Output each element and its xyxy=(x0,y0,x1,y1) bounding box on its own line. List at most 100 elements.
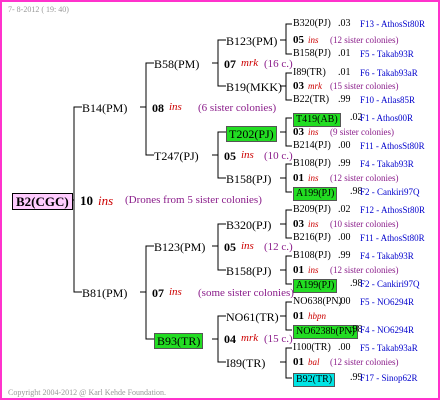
g4-code-0: F13 - AthosSt80R xyxy=(360,19,426,29)
g4mid-breed-3: ins xyxy=(308,173,319,183)
g1-queen-0: B14(PM) xyxy=(82,101,128,115)
g4-year-1: .01 xyxy=(338,48,351,59)
g4mid-num-3: 01 xyxy=(293,172,304,184)
g4-code-11: F2 - Cankiri97Q xyxy=(360,279,420,289)
g3mid-breed-2: ins xyxy=(241,240,254,252)
g4mid-num-0: 05 xyxy=(293,34,304,46)
g4-code-12: F5 - NO6294R xyxy=(360,297,415,307)
g4mid-breed-6: hbpn xyxy=(308,311,326,321)
g1-breed-0: ins xyxy=(169,101,182,113)
g2-queen-3: B93(TR) xyxy=(154,333,204,349)
g4mid-note-0: (12 sister colonies) xyxy=(330,35,399,45)
root-num: 10 xyxy=(80,193,93,208)
g4mid-num-1: 03 xyxy=(293,80,304,92)
root-queen: B2(CGC) xyxy=(12,193,73,210)
g4-year-0: .03 xyxy=(338,18,351,29)
g1-num-1: 07 xyxy=(152,286,164,300)
g4-queen-12: NO638(PN) xyxy=(293,296,342,307)
g4-code-8: F12 - AthosSt80R xyxy=(360,205,426,215)
g4-code-5: F11 - AthosSt80R xyxy=(360,141,425,151)
g4mid-num-6: 01 xyxy=(293,310,304,322)
g4-year-2: .01 xyxy=(338,67,351,78)
g4-queen-3: B22(TR) xyxy=(293,94,330,105)
g4-queen-14: I100(TR) xyxy=(293,342,331,353)
g4mid-num-2: 03 xyxy=(293,126,304,138)
g4-queen-9: B216(PJ) xyxy=(293,232,331,243)
g4-year-14: .00 xyxy=(338,342,351,353)
copyright: Copyright 2004-2012 @ Karl Kehde Foundat… xyxy=(8,388,167,397)
g4-queen-11: A199(PJ) xyxy=(293,279,338,293)
g4-queen-10: B108(PJ) xyxy=(293,250,331,261)
g4mid-note-4: (10 sister colonies) xyxy=(330,219,399,229)
g3mid-breed-1: ins xyxy=(241,149,254,161)
g4-queen-2: I89(TR) xyxy=(293,67,326,78)
g3mid-note-0: (16 c.) xyxy=(264,58,293,70)
g4-code-13: F4 - NO6294R xyxy=(360,325,415,335)
g3-queen-1: B19(MKK) xyxy=(226,80,282,94)
g1-num-0: 08 xyxy=(152,101,164,115)
g4-code-7: F2 - Cankiri97Q xyxy=(360,187,420,197)
g4mid-note-2: (9 sister colonies) xyxy=(330,127,394,137)
g4-year-8: .02 xyxy=(338,204,351,215)
g4-code-6: F4 - Takab93R xyxy=(360,159,414,169)
g4mid-num-5: 01 xyxy=(293,264,304,276)
root-note: (Drones from 5 sister colonies) xyxy=(125,194,262,206)
g3-queen-5: B158(PJ) xyxy=(226,264,272,278)
g4-year-3: .99 xyxy=(338,94,351,105)
g4mid-num-4: 03 xyxy=(293,218,304,230)
g4mid-breed-2: ins xyxy=(308,127,319,137)
g4-code-9: F11 - AthosSt80R xyxy=(360,233,425,243)
g2-queen-0: B58(PM) xyxy=(154,57,200,71)
g1-note-0: (6 sister colonies) xyxy=(198,102,277,114)
g3mid-note-1: (10 c.) xyxy=(264,150,293,162)
g4-queen-8: B209(PJ) xyxy=(293,204,331,215)
timestamp: 7- 8-2012 ( 19: 40) xyxy=(8,5,69,14)
g3mid-breed-3: mrk xyxy=(241,332,259,344)
g4mid-breed-7: bal xyxy=(308,357,320,367)
g4-queen-6: B108(PJ) xyxy=(293,158,331,169)
g3-queen-4: B320(PJ) xyxy=(226,218,272,232)
g4-queen-7: A199(PJ) xyxy=(293,187,338,201)
g3-queen-7: I89(TR) xyxy=(226,356,266,370)
g3mid-num-0: 07 xyxy=(224,57,236,71)
g4-queen-0: B320(PJ) xyxy=(293,18,331,29)
g1-note-1: (some sister colonies) xyxy=(198,287,294,299)
g4-queen-1: B158(PJ) xyxy=(293,48,331,59)
g4-code-14: F5 - Takab93aR xyxy=(360,343,418,353)
g3-queen-3: B158(PJ) xyxy=(226,172,272,186)
root-breed: ins xyxy=(98,193,114,208)
g4mid-num-7: 01 xyxy=(293,356,304,368)
g4mid-note-1: (15 sister colonies) xyxy=(330,81,399,91)
g4-queen-13: NO6238b(PN) xyxy=(293,325,358,339)
g1-breed-1: ins xyxy=(169,286,182,298)
g4-queen-4: T419(AB) xyxy=(293,113,341,127)
g4-queen-15: B92(TR) xyxy=(293,373,336,387)
g4-code-4: F1 - Athos00R xyxy=(360,113,414,123)
g3-queen-0: B123(PM) xyxy=(226,34,278,48)
g3mid-num-3: 04 xyxy=(224,332,236,346)
g3mid-num-2: 05 xyxy=(224,240,236,254)
g1-queen-1: B81(PM) xyxy=(82,286,128,300)
g4-queen-5: B214(PJ) xyxy=(293,140,331,151)
g4mid-breed-5: ins xyxy=(308,265,319,275)
g4mid-breed-1: mrk xyxy=(308,81,322,91)
g3mid-note-2: (12 c.) xyxy=(264,241,293,253)
g3-queen-2: T202(PJ) xyxy=(226,126,277,142)
g4-year-10: .99 xyxy=(338,250,351,261)
pedigree-chart: 7- 8-2012 ( 19: 40) B2(CGC) 10 ins (Dron… xyxy=(0,0,440,400)
g4-year-12: .00 xyxy=(338,296,351,307)
g4-year-6: .99 xyxy=(338,158,351,169)
g3mid-breed-0: mrk xyxy=(241,57,259,69)
g3mid-note-3: (15 c.) xyxy=(264,333,293,345)
g4mid-note-5: (12 sister colonies) xyxy=(330,265,399,275)
g4-year-9: .00 xyxy=(338,232,351,243)
g2-queen-1: T247(PJ) xyxy=(154,149,199,163)
g4-code-3: F10 - Atlas85R xyxy=(360,95,416,105)
g4mid-note-3: (12 sister colonies) xyxy=(330,173,399,183)
g4mid-breed-4: ins xyxy=(308,219,319,229)
g4mid-note-7: (12 sister colonies) xyxy=(330,357,399,367)
g4-code-1: F5 - Takab93R xyxy=(360,49,414,59)
g4-year-5: .00 xyxy=(338,140,351,151)
g2-queen-2: B123(PM) xyxy=(154,240,206,254)
g3mid-num-1: 05 xyxy=(224,149,236,163)
